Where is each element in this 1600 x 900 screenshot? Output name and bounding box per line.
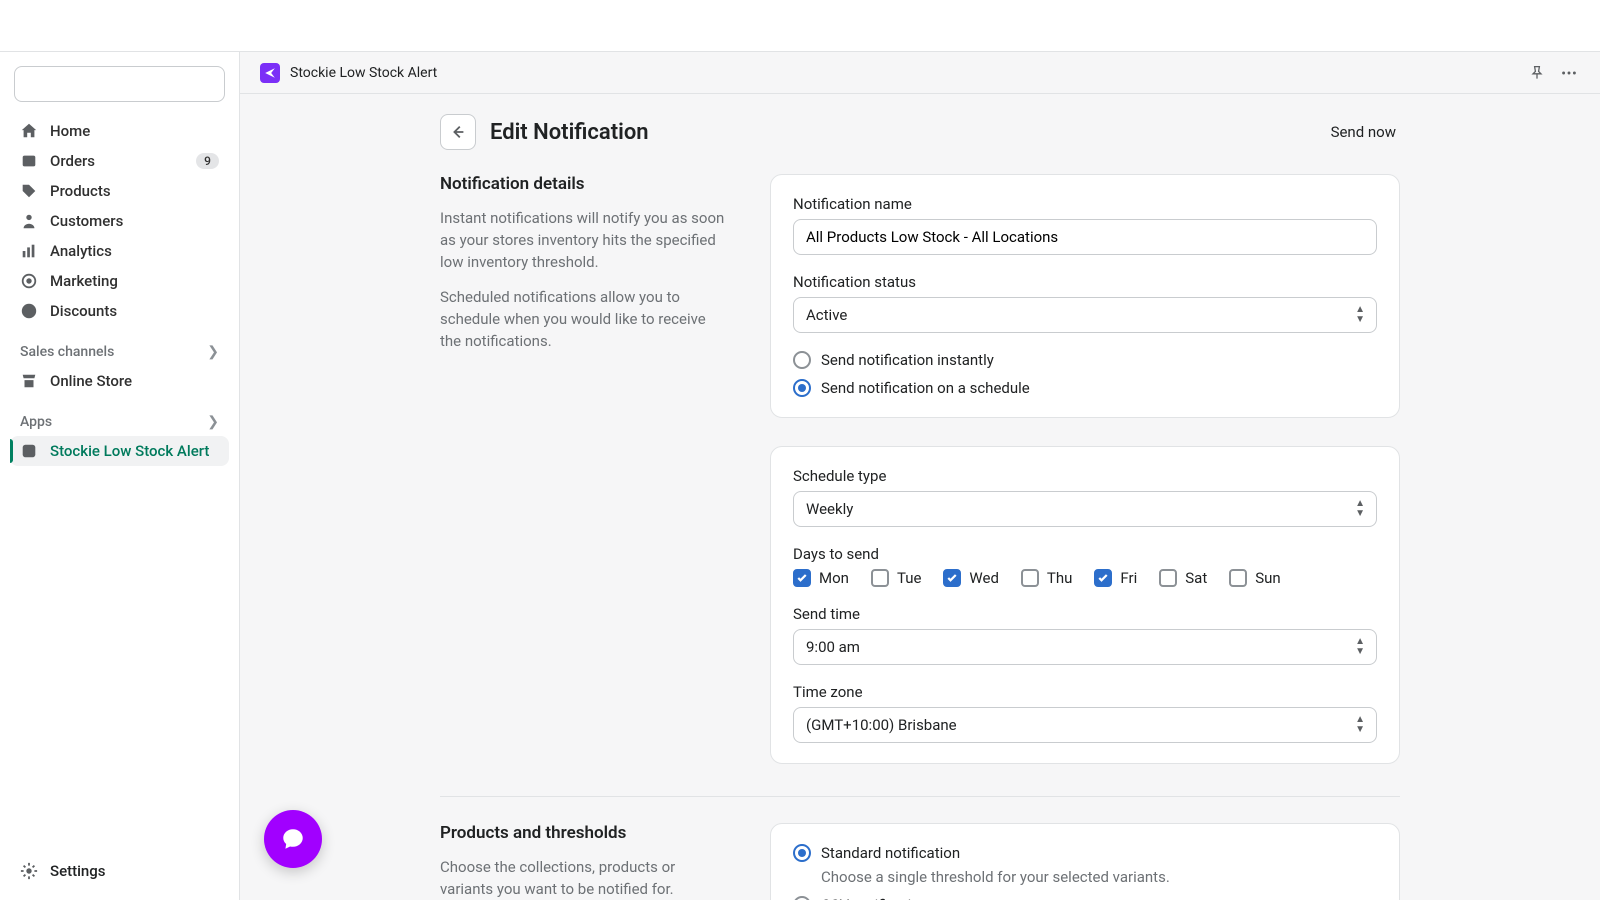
gear-icon bbox=[20, 862, 38, 880]
more-button[interactable] bbox=[1558, 62, 1580, 84]
sidebar-item-analytics[interactable]: Analytics bbox=[10, 236, 229, 266]
checkbox-icon bbox=[1021, 569, 1039, 587]
sidebar-item-online-store[interactable]: Online Store bbox=[10, 366, 229, 396]
sidebar-item-label: Stockie Low Stock Alert bbox=[50, 442, 209, 460]
schedule-type-label: Schedule type bbox=[793, 467, 1377, 485]
radio-icon bbox=[793, 844, 811, 862]
radio-standard-notification[interactable]: Standard notification bbox=[793, 844, 1377, 862]
day-label: Mon bbox=[819, 569, 849, 587]
day-checkbox-tue[interactable]: Tue bbox=[871, 569, 921, 587]
sidebar-item-home[interactable]: Home bbox=[10, 116, 229, 146]
checkbox-icon bbox=[943, 569, 961, 587]
marketing-icon bbox=[20, 272, 38, 290]
section-desc: Instant notifications will notify you as… bbox=[440, 208, 730, 273]
sidebar-item-label: Products bbox=[50, 182, 111, 200]
sidebar-item-orders[interactable]: Orders 9 bbox=[10, 146, 229, 176]
sidebar-item-settings[interactable]: Settings bbox=[10, 856, 229, 886]
customers-icon bbox=[20, 212, 38, 230]
app-logo-icon bbox=[260, 63, 280, 83]
day-checkbox-wed[interactable]: Wed bbox=[943, 569, 999, 587]
radio-send-instantly[interactable]: Send notification instantly bbox=[793, 351, 1377, 369]
orders-icon bbox=[20, 152, 38, 170]
section-desc: Choose the collections, products or vari… bbox=[440, 857, 730, 900]
sidebar: Home Orders 9 Products Customers Analyti… bbox=[0, 52, 240, 900]
sidebar-item-label: Online Store bbox=[50, 372, 132, 390]
radio-icon bbox=[793, 351, 811, 369]
sidebar-item-customers[interactable]: Customers bbox=[10, 206, 229, 236]
checkbox-icon bbox=[793, 569, 811, 587]
day-label: Fri bbox=[1120, 569, 1137, 587]
pin-button[interactable] bbox=[1526, 62, 1548, 84]
day-label: Thu bbox=[1047, 569, 1072, 587]
sidebar-item-label: Customers bbox=[50, 212, 123, 230]
store-icon bbox=[20, 372, 38, 390]
day-label: Sun bbox=[1255, 569, 1280, 587]
app-name: Stockie Low Stock Alert bbox=[290, 65, 437, 81]
sidebar-item-stockie-app[interactable]: Stockie Low Stock Alert bbox=[10, 436, 229, 466]
radio-csv-notification[interactable]: CSV notification bbox=[793, 896, 1377, 900]
details-card: Notification name Notification status Ac… bbox=[770, 174, 1400, 418]
analytics-icon bbox=[20, 242, 38, 260]
top-header-blank bbox=[0, 0, 1600, 52]
day-label: Wed bbox=[969, 569, 999, 587]
day-checkbox-fri[interactable]: Fri bbox=[1094, 569, 1137, 587]
checkbox-icon bbox=[871, 569, 889, 587]
day-checkbox-thu[interactable]: Thu bbox=[1021, 569, 1072, 587]
schedule-card: Schedule type Weekly ▲▼ Days to send Mon… bbox=[770, 446, 1400, 764]
chevron-right-icon: ❯ bbox=[207, 344, 219, 360]
apps-header[interactable]: Apps ❯ bbox=[10, 408, 229, 436]
day-checkbox-sat[interactable]: Sat bbox=[1159, 569, 1207, 587]
orders-badge: 9 bbox=[196, 153, 219, 169]
sales-channels-header[interactable]: Sales channels ❯ bbox=[10, 338, 229, 366]
sidebar-item-label: Analytics bbox=[50, 242, 112, 260]
discounts-icon bbox=[20, 302, 38, 320]
page-app-bar: Stockie Low Stock Alert bbox=[240, 52, 1600, 94]
sidebar-item-label: Orders bbox=[50, 152, 95, 170]
sidebar-item-label: Discounts bbox=[50, 302, 117, 320]
days-label: Days to send bbox=[793, 545, 1377, 563]
timezone-select[interactable]: (GMT+10:00) Brisbane bbox=[793, 707, 1377, 743]
day-checkbox-mon[interactable]: Mon bbox=[793, 569, 849, 587]
sidebar-item-label: Marketing bbox=[50, 272, 118, 290]
sidebar-item-label: Home bbox=[50, 122, 90, 140]
home-icon bbox=[20, 122, 38, 140]
app-pin-icon bbox=[20, 442, 38, 460]
chat-fab[interactable] bbox=[264, 810, 322, 868]
section-title-products: Products and thresholds bbox=[440, 823, 730, 843]
timezone-label: Time zone bbox=[793, 683, 1377, 701]
day-label: Tue bbox=[897, 569, 921, 587]
section-title-details: Notification details bbox=[440, 174, 730, 194]
day-label: Sat bbox=[1185, 569, 1207, 587]
checkbox-icon bbox=[1094, 569, 1112, 587]
products-icon bbox=[20, 182, 38, 200]
send-now-button[interactable]: Send now bbox=[1327, 117, 1400, 147]
send-time-label: Send time bbox=[793, 605, 1377, 623]
sidebar-item-label: Settings bbox=[50, 862, 106, 880]
day-checkbox-sun[interactable]: Sun bbox=[1229, 569, 1280, 587]
section-desc: Scheduled notifications allow you to sch… bbox=[440, 287, 730, 352]
status-label: Notification status bbox=[793, 273, 1377, 291]
products-card: Standard notification Choose a single th… bbox=[770, 823, 1400, 900]
send-time-select[interactable]: 9:00 am bbox=[793, 629, 1377, 665]
sidebar-item-marketing[interactable]: Marketing bbox=[10, 266, 229, 296]
sidebar-item-discounts[interactable]: Discounts bbox=[10, 296, 229, 326]
page-title: Edit Notification bbox=[490, 120, 1313, 145]
notification-name-input[interactable] bbox=[793, 219, 1377, 255]
page-header: Edit Notification Send now bbox=[440, 114, 1400, 170]
radio-send-schedule[interactable]: Send notification on a schedule bbox=[793, 379, 1377, 397]
schedule-type-select[interactable]: Weekly bbox=[793, 491, 1377, 527]
checkbox-icon bbox=[1159, 569, 1177, 587]
radio-subtext: Choose a single threshold for your selec… bbox=[821, 868, 1377, 886]
radio-icon bbox=[793, 379, 811, 397]
chevron-right-icon: ❯ bbox=[207, 414, 219, 430]
status-select[interactable]: Active bbox=[793, 297, 1377, 333]
name-label: Notification name bbox=[793, 195, 1377, 213]
back-button[interactable] bbox=[440, 114, 476, 150]
radio-icon bbox=[793, 896, 811, 900]
search-input[interactable] bbox=[14, 66, 225, 102]
sidebar-item-products[interactable]: Products bbox=[10, 176, 229, 206]
section-divider bbox=[440, 796, 1400, 797]
checkbox-icon bbox=[1229, 569, 1247, 587]
